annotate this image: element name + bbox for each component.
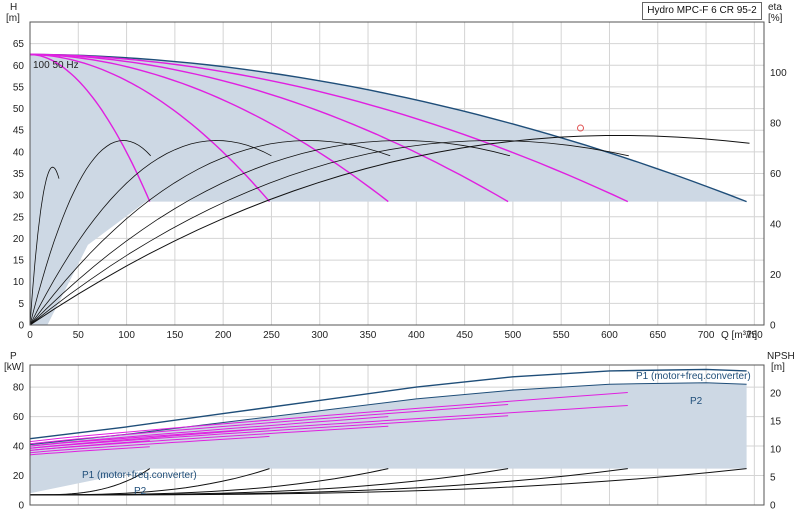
- x-tick-label: 150: [167, 330, 184, 341]
- y-tick-label: 30: [13, 191, 25, 202]
- y-tick-label: 35: [13, 169, 25, 180]
- x-tick-label: 50: [73, 330, 85, 341]
- y2-axis-unit: [%]: [768, 13, 783, 24]
- p2-label-top: P2: [690, 396, 703, 407]
- y-tick-label: 20: [13, 234, 25, 245]
- y-tick-label: 5: [18, 299, 24, 310]
- x-tick-label: 600: [601, 330, 618, 341]
- x-tick-label: 350: [360, 330, 377, 341]
- npsh-tick-label: 0: [770, 501, 776, 512]
- p1-label-top: P1 (motor+freq.converter): [636, 371, 751, 382]
- y-tick-label: 65: [13, 39, 25, 50]
- x-tick-label: 700: [698, 330, 715, 341]
- y-tick-label: 55: [13, 82, 25, 93]
- p1-label-bottom: P1 (motor+freq.converter): [82, 470, 197, 481]
- y-axis-label: H: [10, 2, 17, 13]
- power-axis-label: P: [10, 351, 17, 362]
- x-tick-label: 650: [649, 330, 666, 341]
- p2-label-bottom: P2: [134, 486, 147, 497]
- envelope-area: [30, 54, 747, 325]
- power-tick-label: 40: [13, 442, 25, 453]
- npsh-tick-label: 10: [770, 445, 782, 456]
- y-tick-label: 25: [13, 212, 25, 223]
- npsh-tick-label: 5: [770, 473, 776, 484]
- y-tick-label: 45: [13, 126, 25, 137]
- y-axis-unit: [m]: [6, 13, 20, 24]
- npsh-tick-label: 15: [770, 417, 782, 428]
- speed-annotation: 100 50 Hz: [33, 60, 79, 71]
- x-tick-label: 100: [118, 330, 135, 341]
- x-tick-label: 300: [311, 330, 328, 341]
- pump-performance-chart: 0 50 100 150 200 250 300 350 400 450 500 550 600 650 7…: [4, 2, 795, 512]
- y-tick-label: 10: [13, 277, 25, 288]
- power-tick-label: 80: [13, 383, 25, 394]
- power-tick-label: 0: [18, 501, 24, 512]
- x-tick-label: 450: [456, 330, 473, 341]
- y-tick-label: 0: [18, 321, 24, 332]
- y2-tick-label: 60: [770, 169, 782, 180]
- y-tick-label: 60: [13, 61, 25, 72]
- npsh-tick-label: 20: [770, 389, 782, 400]
- y-tick-label: 50: [13, 104, 25, 115]
- y-tick-label: 15: [13, 256, 25, 267]
- x-axis-label: Q [m³/h]: [721, 330, 757, 341]
- x-tick-label: 550: [553, 330, 570, 341]
- y2-tick-label: 20: [770, 270, 782, 281]
- x-tick-label: 500: [505, 330, 522, 341]
- power-axis-unit: [kW]: [4, 362, 24, 373]
- npsh-axis-label: NPSH: [767, 351, 795, 362]
- power-tick-label: 60: [13, 412, 25, 423]
- y2-tick-label: 80: [770, 119, 782, 130]
- y2-tick-label: 40: [770, 220, 782, 231]
- y-tick-label: 40: [13, 147, 25, 158]
- y2-tick-label: 100: [770, 68, 787, 79]
- operating-envelope: [30, 54, 747, 325]
- npsh-axis-unit: [m]: [771, 362, 785, 373]
- y2-axis-label: eta: [768, 2, 782, 13]
- x-tick-label: 400: [408, 330, 425, 341]
- x-tick-label: 0: [27, 330, 33, 341]
- x-tick-label: 250: [263, 330, 280, 341]
- x-tick-label: 200: [215, 330, 232, 341]
- y2-tick-label: 0: [770, 321, 776, 332]
- power-tick-label: 20: [13, 471, 25, 482]
